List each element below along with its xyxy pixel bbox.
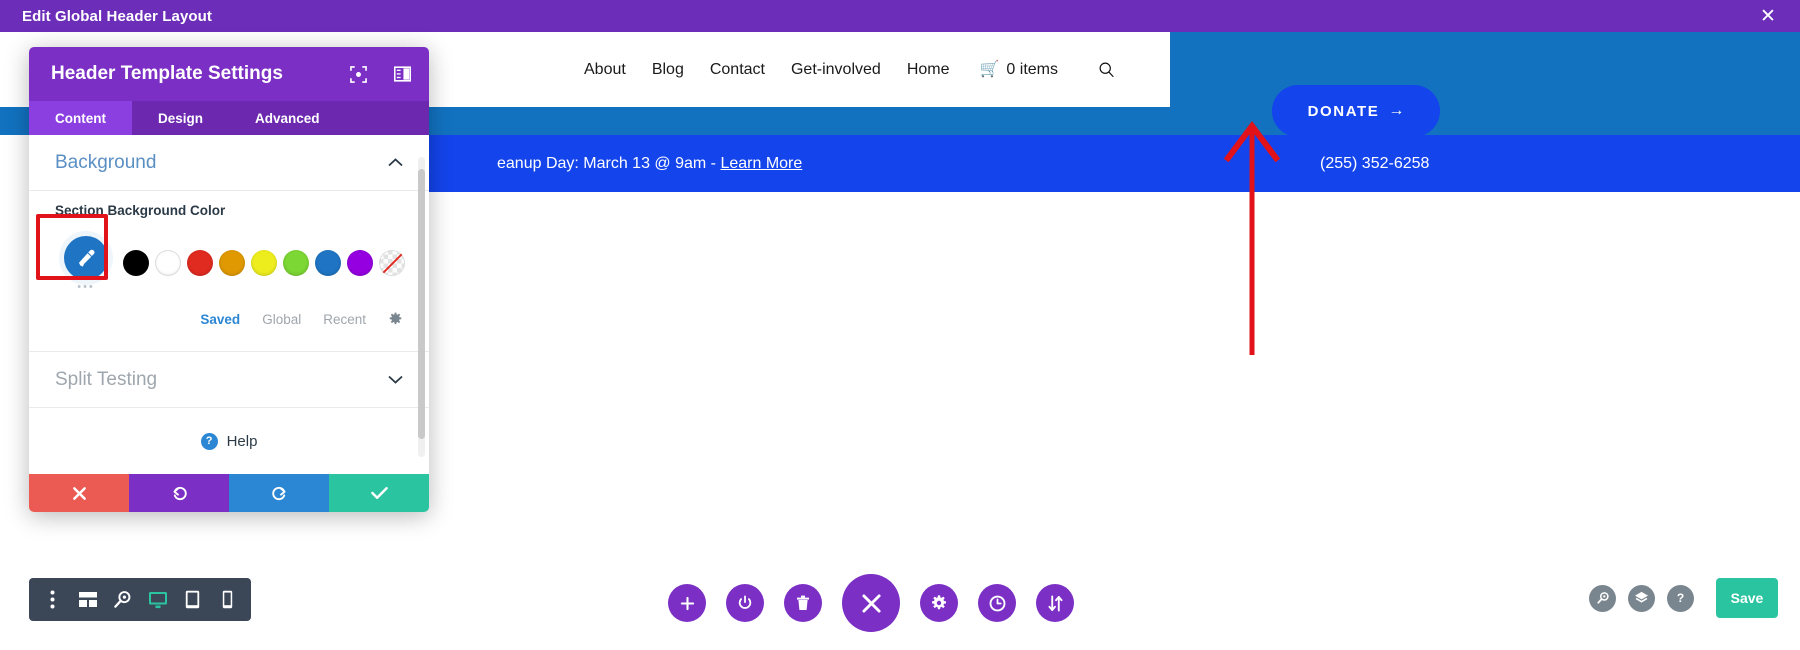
section-split-testing-header[interactable]: Split Testing (29, 352, 429, 408)
scrollbar-thumb[interactable] (418, 169, 425, 439)
trash-icon[interactable] (784, 584, 822, 622)
swatch-black[interactable] (123, 250, 149, 276)
cancel-button[interactable] (29, 474, 129, 512)
zoom-icon[interactable] (110, 587, 136, 613)
color-swatch-row: ••• (55, 232, 405, 294)
tab-advanced[interactable]: Advanced (229, 101, 346, 135)
tab-content[interactable]: Content (29, 101, 132, 135)
color-picker-wrapper: ••• (55, 232, 117, 294)
swatch-white[interactable] (155, 250, 181, 276)
cart-count-label: 0 items (1006, 60, 1058, 78)
swatch-blue[interactable] (315, 250, 341, 276)
tab-design[interactable]: Design (132, 101, 229, 135)
search-icon[interactable] (1589, 584, 1616, 612)
nav-link-get-involved[interactable]: Get-involved (791, 61, 881, 79)
chevron-down-icon (388, 375, 403, 384)
donate-button[interactable]: DONATE → (1272, 85, 1440, 137)
undo-button[interactable] (129, 474, 229, 512)
redo-button[interactable] (229, 474, 329, 512)
color-picker-more-dots[interactable]: ••• (77, 281, 95, 292)
help-icon: ? (200, 432, 218, 450)
screen-root: About Blog Contact Get-involved Home 🛒 0… (0, 0, 1800, 650)
bottom-right-toolbar: ? Save (1589, 578, 1778, 618)
swatch-green[interactable] (283, 250, 309, 276)
swatch-red[interactable] (187, 250, 213, 276)
save-button[interactable]: Save (1716, 578, 1778, 618)
color-source-tabs: Saved Global Recent (55, 312, 403, 327)
color-tab-global[interactable]: Global (262, 312, 301, 327)
page-title: Edit Global Header Layout (22, 7, 213, 25)
gear-icon[interactable] (920, 584, 958, 622)
cart-icon: 🛒 (979, 60, 1000, 78)
close-icon[interactable]: ✕ (1758, 6, 1778, 26)
learn-more-link[interactable]: Learn More (720, 155, 802, 172)
add-icon[interactable] (668, 584, 706, 622)
settings-panel-tabs: Content Design Advanced (29, 101, 429, 135)
settings-panel-body: Background Section Background Color ••• … (29, 135, 429, 512)
help-label: Help (226, 432, 258, 450)
focus-target-icon[interactable] (349, 65, 367, 83)
panel-layout-icon[interactable] (393, 65, 411, 83)
gear-icon[interactable] (388, 312, 403, 327)
swatch-transparent[interactable] (379, 250, 405, 276)
field-label-section-background-color: Section Background Color (55, 203, 226, 218)
color-tab-saved[interactable]: Saved (200, 312, 240, 327)
nav-links: About Blog Contact Get-involved Home 🛒 0… (584, 61, 1115, 79)
nav-link-blog[interactable]: Blog (652, 61, 684, 79)
section-background-title: Background (55, 151, 157, 173)
section-background-color-field: Section Background Color ••• Saved Globa… (29, 191, 429, 352)
nav-link-contact[interactable]: Contact (710, 61, 765, 79)
builder-action-toolbar (668, 574, 1074, 632)
editor-title-bar: Edit Global Header Layout ✕ (0, 0, 1800, 32)
cart-link[interactable]: 🛒 0 items (980, 61, 1059, 79)
swatch-purple[interactable] (347, 250, 373, 276)
section-split-testing-title: Split Testing (55, 368, 158, 390)
announcement-text-prefix: eanup Day: March 13 @ 9am - (497, 154, 721, 172)
chevron-up-icon (388, 158, 403, 167)
tablet-icon[interactable] (180, 587, 206, 613)
desktop-icon[interactable] (145, 587, 171, 613)
settings-panel-actions (29, 474, 429, 512)
settings-scroll-area: Background Section Background Color ••• … (29, 135, 429, 474)
color-tab-recent[interactable]: Recent (323, 312, 366, 327)
nav-link-home[interactable]: Home (907, 61, 950, 79)
close-icon[interactable] (842, 574, 900, 632)
mobile-icon[interactable] (215, 587, 241, 613)
settings-panel-title: Header Template Settings (51, 63, 283, 84)
help-icon[interactable]: ? (1667, 584, 1694, 612)
arrow-right-icon: → (1388, 102, 1405, 119)
phone-number: (255) 352-6258 (1320, 154, 1430, 172)
wireframe-icon[interactable] (75, 587, 101, 613)
settings-panel-header-icons (349, 65, 411, 83)
swatch-orange[interactable] (219, 250, 245, 276)
nav-link-about[interactable]: About (584, 61, 626, 79)
announcement-text: eanup Day: March 13 @ 9am - Learn More (497, 155, 802, 173)
sort-arrows-icon[interactable] (1036, 584, 1074, 622)
more-options-icon[interactable] (40, 587, 66, 613)
device-preview-toolbar (29, 578, 251, 621)
section-background-header[interactable]: Background (29, 135, 429, 191)
power-icon[interactable] (726, 584, 764, 622)
swatch-yellow[interactable] (251, 250, 277, 276)
search-icon[interactable] (1098, 61, 1115, 78)
color-picker-eyedropper[interactable] (64, 235, 108, 280)
history-clock-icon[interactable] (978, 584, 1016, 622)
header-template-settings-panel: Header Template Settings Content Design … (29, 47, 429, 512)
donate-label: DONATE (1307, 102, 1380, 120)
help-row[interactable]: ? Help (29, 408, 429, 474)
settings-panel-header: Header Template Settings (29, 47, 429, 101)
confirm-button[interactable] (329, 474, 429, 512)
layers-icon[interactable] (1628, 584, 1655, 612)
